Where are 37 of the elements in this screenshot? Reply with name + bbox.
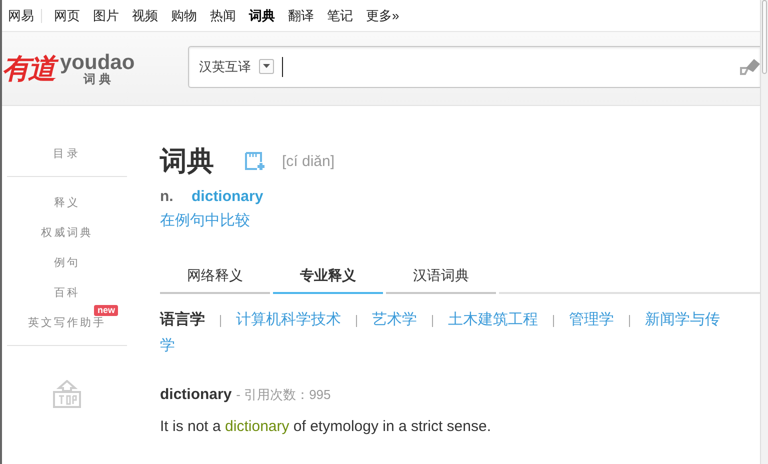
nav-link[interactable]: 翻译 [288,6,314,24]
nav-link[interactable]: 词典 [249,6,275,24]
translation: dictionary [192,188,264,205]
eraser-icon[interactable] [740,58,760,76]
nav-link[interactable]: 网易 [8,6,34,24]
nav-link[interactable]: 购物 [171,6,197,24]
sidebar-item[interactable]: 例句 [54,254,80,270]
term: dictionary [160,386,232,403]
nav-link[interactable]: 网页 [54,6,80,24]
tab[interactable]: 专业释义 [273,260,383,294]
sidebar-item[interactable]: 英文写作助手 [28,314,106,330]
search-mode[interactable]: 汉英互译 [199,58,251,76]
back-to-top-icon[interactable] [52,380,82,408]
scrollbar-thumb[interactable] [762,0,767,74]
text-cursor [282,56,283,76]
dropdown-caret-icon[interactable] [259,59,274,74]
nav-link[interactable]: 热闻 [210,6,236,24]
example-sentence: It is not a dictionary of etymology in a strict sense. [160,418,492,435]
nav-link[interactable]: 笔记 [327,6,353,24]
search-field[interactable]: 汉英互译 [188,46,760,88]
field-link[interactable]: 语言学 [160,307,205,333]
nav-link[interactable]: 图片 [93,6,119,24]
sidebar-item[interactable]: 释义 [54,194,80,210]
tab[interactable]: 网络释义 [160,260,270,294]
sidebar-heading: 目录 [53,146,81,161]
sidebar-item[interactable]: 百科 [54,284,80,300]
pinyin: [cí diǎn] [282,152,335,170]
nav-link[interactable]: 更多» [366,6,400,24]
tab[interactable]: 汉语词典 [386,260,496,294]
nav-link[interactable]: 视频 [132,6,158,24]
add-to-wordbook-icon[interactable] [244,151,266,171]
part-of-speech: n. [160,188,174,205]
citation-count: - 引用次数：995 [236,387,331,402]
headword: 词典 [160,145,214,178]
scrollbar[interactable] [760,0,768,464]
new-badge: new [94,305,118,316]
sidebar-item[interactable]: 权威词典 [41,224,93,240]
